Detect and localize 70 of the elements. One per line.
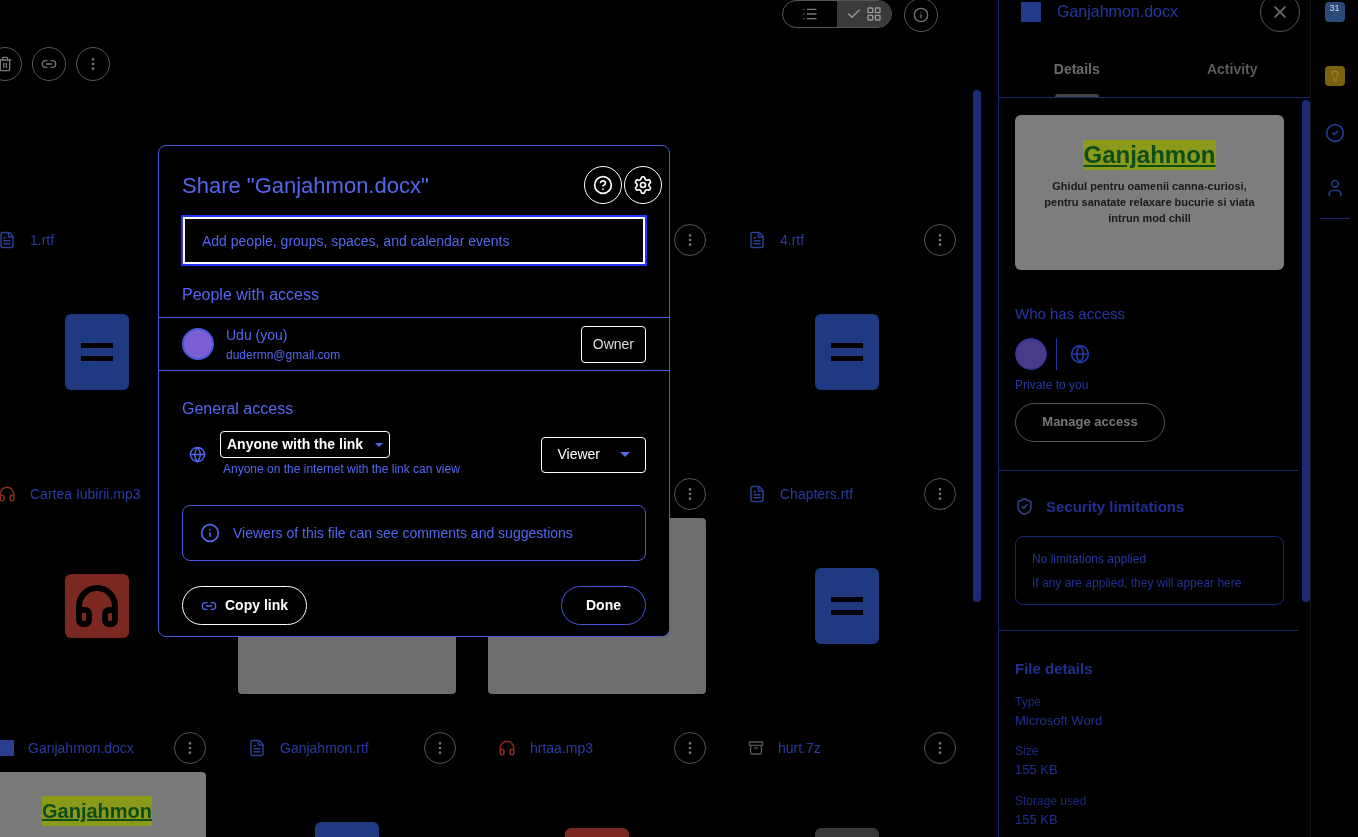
- shield-icon: [1015, 497, 1034, 517]
- file-name[interactable]: Ganjahmon.rtf: [280, 737, 369, 759]
- grid-icon: [866, 6, 882, 22]
- file-name[interactable]: hrtaa.mp3: [530, 737, 594, 759]
- scrollbar[interactable]: [973, 90, 981, 602]
- property-label: Type: [1015, 693, 1042, 711]
- document-icon: [815, 568, 879, 644]
- list-icon: [802, 6, 818, 22]
- access-dropdown[interactable]: Anyone with the link: [220, 431, 391, 458]
- avatar: [182, 328, 214, 360]
- file-name[interactable]: hurt.7z: [778, 737, 821, 759]
- security-title: No limitations applied: [1032, 550, 1148, 568]
- caret-icon: [375, 442, 384, 447]
- help-icon: [593, 175, 613, 195]
- add-people-field[interactable]: Add people, groups, spaces, and calendar events: [183, 217, 645, 264]
- globe-icon: [1070, 343, 1090, 364]
- section-heading: People with access: [182, 285, 320, 305]
- section-heading: General access: [182, 399, 295, 419]
- archive-icon: [748, 740, 764, 756]
- file-name[interactable]: Chapters.rtf: [780, 483, 854, 505]
- user-email: dudermn@gmail.com: [226, 346, 342, 364]
- section-heading: File details: [1015, 659, 1094, 679]
- word-icon: [0, 740, 14, 756]
- access-description: Anyone on the internet with the link can view: [223, 461, 461, 478]
- panel-title: Ganjahmon.docx: [1057, 2, 1179, 22]
- dialog-title: Share "Ganjahmon.docx": [182, 171, 429, 200]
- headphones-icon: [65, 574, 129, 638]
- section-heading: Who has access: [1015, 304, 1127, 324]
- preview-title: Ganjahmon: [1083, 140, 1216, 170]
- headphones-icon: [0, 485, 16, 503]
- document-icon: [748, 485, 766, 503]
- word-icon: [1021, 2, 1041, 22]
- document-icon: [0, 231, 16, 249]
- property-value: Microsoft Word: [1015, 711, 1104, 730]
- calendar-icon[interactable]: 31: [1324, 2, 1345, 22]
- user-name: Udu (you): [226, 325, 289, 345]
- property-label: Size: [1015, 743, 1040, 760]
- grid-view-button[interactable]: [837, 1, 891, 27]
- role-dropdown[interactable]: Viewer: [541, 436, 646, 473]
- thumbnail-title: Ganjahmon: [42, 796, 152, 826]
- avatar: [1015, 337, 1047, 370]
- document-icon: [815, 314, 879, 390]
- globe-icon: [189, 446, 206, 463]
- section-heading: Security limitations: [1046, 496, 1185, 517]
- headphones-icon: [498, 739, 516, 757]
- file-name[interactable]: Ganjahmon.docx: [28, 737, 134, 759]
- tasks-icon[interactable]: [1324, 123, 1345, 143]
- property-value: 155 KB: [1015, 810, 1059, 829]
- panel-tab[interactable]: Details: [999, 32, 1155, 97]
- document-icon: [65, 314, 129, 390]
- document-icon: [748, 231, 766, 249]
- notice-text: Viewers of this file can see comments and suggestions: [233, 523, 573, 543]
- property-label: Storage used: [1015, 792, 1088, 810]
- role-label: Owner: [580, 325, 646, 363]
- preview-text: Ghidul pentru oamenii canna-curiosi, pentru sanatate relaxare bucurie si viata intrun mod chill: [1043, 179, 1256, 226]
- security-text: If any are applied, they will appear here: [1032, 574, 1243, 592]
- caret-icon: [620, 452, 630, 457]
- file-name[interactable]: 1.rtf: [30, 229, 55, 251]
- lightbulb-icon[interactable]: [1324, 66, 1345, 86]
- access-note: Private to you: [1015, 376, 1090, 394]
- trash-icon: [0, 56, 13, 72]
- info-icon: [913, 7, 929, 23]
- info-icon: [200, 523, 220, 543]
- file-name[interactable]: Cartea Iubirii.mp3: [30, 483, 141, 505]
- file-name[interactable]: 4.rtf: [780, 229, 805, 251]
- property-value: 155 KB: [1015, 761, 1059, 779]
- document-icon: [248, 739, 266, 757]
- settings-icon: [633, 175, 653, 195]
- scrollbar[interactable]: [1302, 100, 1310, 602]
- panel-tab[interactable]: Activity: [1154, 32, 1310, 97]
